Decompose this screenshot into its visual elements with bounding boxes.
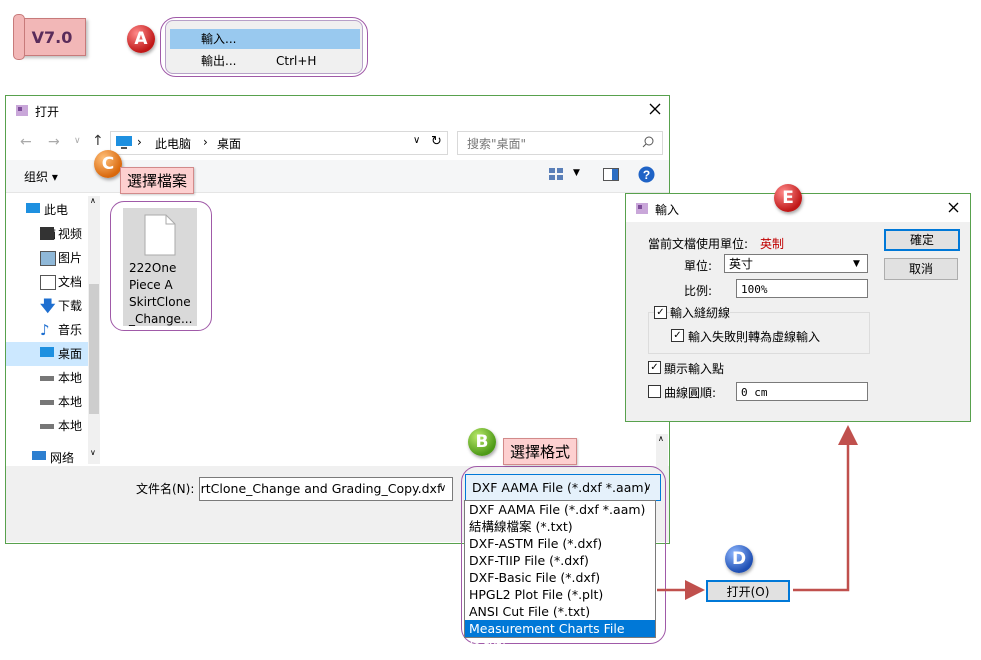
show-points-label: 顯示輸入點 [664, 362, 725, 376]
import-dialog: 輸入 當前文檔使用單位: 英制 單位: 英寸 ▼ 比例: 100% ✓ 輸入縫紉… [625, 193, 971, 422]
ok-button[interactable]: 確定 [884, 229, 960, 251]
marker-d: D [725, 545, 753, 573]
scale-label: 比例: [684, 284, 713, 298]
fallback-dashed-label: 輸入失敗則轉為虛線輸入 [688, 330, 821, 344]
unit-select[interactable]: 英寸 ▼ [724, 254, 868, 273]
import-seam-checkbox[interactable]: ✓ [654, 306, 667, 319]
scale-input[interactable]: 100% [736, 279, 868, 298]
fallback-dashed-checkbox[interactable]: ✓ [671, 329, 684, 342]
close-icon[interactable] [948, 202, 959, 213]
open-button[interactable]: 打开(O) [706, 580, 790, 602]
show-points-checkbox[interactable]: ✓ [648, 361, 661, 374]
unit-select-label: 單位: [684, 259, 713, 273]
scale-value: 100% [741, 283, 768, 296]
current-unit-label: 當前文檔使用單位: [648, 237, 749, 251]
cancel-button[interactable]: 取消 [884, 258, 958, 280]
import-dialog-title: 輸入 [655, 203, 680, 217]
unit-select-value: 英寸 [729, 257, 754, 271]
marker-e: E [774, 184, 802, 212]
app-icon [636, 203, 648, 214]
open-button-label: 打开(O) [726, 585, 770, 599]
chevron-down-icon: ▼ [853, 259, 860, 269]
curve-smooth-checkbox[interactable] [648, 385, 661, 398]
curve-smooth-input[interactable]: 0 cm [736, 382, 868, 401]
import-seam-label: 輸入縫紉線 [670, 304, 731, 321]
curve-smooth-label: 曲線圓順: [664, 386, 717, 400]
curve-smooth-value: 0 cm [741, 386, 768, 399]
current-unit-value: 英制 [760, 237, 785, 251]
